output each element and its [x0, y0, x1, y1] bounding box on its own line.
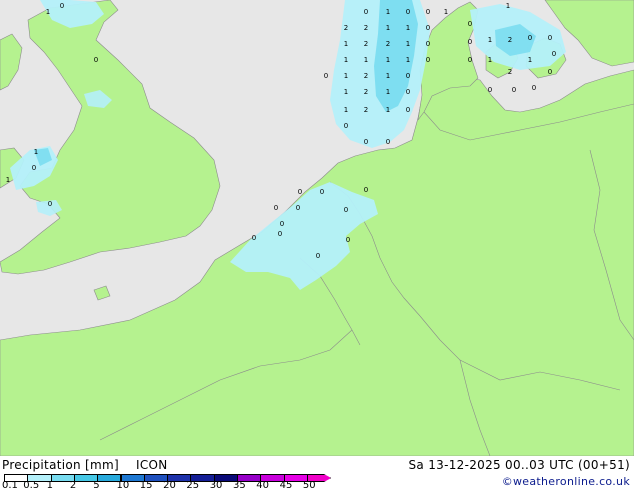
grid-value-label: 0	[344, 206, 348, 214]
grid-value-label: 0	[364, 186, 368, 194]
legend-tick-label: 5	[93, 480, 100, 491]
grid-value-label: 1	[344, 72, 348, 80]
grid-value-label: 1	[386, 88, 390, 96]
grid-value-label: 2	[508, 68, 512, 76]
legend-tick-label: 15	[139, 480, 153, 491]
grid-value-label: 2	[364, 24, 368, 32]
grid-value-label: 1	[528, 56, 532, 64]
grid-value-label: 1	[364, 56, 368, 64]
grid-value-label: 1	[344, 56, 348, 64]
grid-value-label: 1	[386, 56, 390, 64]
grid-value-label: 0	[280, 220, 284, 228]
grid-value-label: 0	[274, 204, 278, 212]
grid-value-label: 1	[488, 56, 492, 64]
grid-value-label: 0	[296, 204, 300, 212]
legend-tick-label: 0.5	[23, 480, 40, 491]
legend-tick-label: 10	[116, 480, 130, 491]
legend-tick-label: 1	[46, 480, 53, 491]
grid-value-label: 0	[324, 72, 328, 80]
grid-value-label: 1	[506, 2, 510, 10]
grid-value-label: 0	[468, 38, 472, 46]
grid-value-label: 0	[532, 84, 536, 92]
grid-value-label: 1	[344, 40, 348, 48]
grid-value-label: 0	[344, 122, 348, 130]
grid-value-label: 1	[386, 24, 390, 32]
legend-tick-label: 0.1	[2, 480, 18, 491]
legend-tick-label: 45	[279, 480, 293, 491]
model-name: ICON	[136, 458, 168, 472]
grid-value-label: 0	[512, 86, 516, 94]
grid-value-label: 2	[364, 72, 368, 80]
grid-value-label: 1	[488, 36, 492, 44]
grid-value-label: 0	[346, 236, 350, 244]
grid-value-label: 0	[316, 252, 320, 260]
grid-value-label: 0	[426, 24, 430, 32]
legend-tick-label: 50	[302, 480, 316, 491]
grid-value-label: 2	[508, 36, 512, 44]
credit-link[interactable]: ©weatheronline.co.uk	[502, 475, 630, 488]
grid-value-label: 0	[468, 20, 472, 28]
grid-value-label: 1	[344, 106, 348, 114]
grid-value-label: 0	[252, 234, 256, 242]
grid-value-label: 1	[386, 106, 390, 114]
grid-value-label: 0	[406, 88, 410, 96]
grid-value-label: 0	[60, 2, 64, 10]
grid-value-label: 0	[406, 106, 410, 114]
grid-value-label: 1	[406, 24, 410, 32]
grid-value-label: 0	[488, 86, 492, 94]
valid-time: Sa 13-12-2025 00..03 UTC (00+51)	[408, 458, 630, 472]
grid-value-label: 0	[552, 50, 556, 58]
legend-tick-label: 35	[233, 480, 246, 491]
grid-value-label: 1	[46, 8, 50, 16]
grid-value-label: 0	[94, 56, 98, 64]
grid-value-label: 0	[426, 56, 430, 64]
grid-value-label: 0	[406, 8, 410, 16]
grid-value-label: 0	[364, 8, 368, 16]
grid-value-label: 0	[426, 8, 430, 16]
grid-value-label: 1	[406, 56, 410, 64]
grid-value-label: 1	[6, 176, 10, 184]
grid-value-label: 0	[278, 230, 282, 238]
grid-value-label: 0	[468, 56, 472, 64]
legend-tick-label: 25	[186, 480, 200, 491]
grid-value-label: 2	[364, 88, 368, 96]
grid-value-label: 2	[344, 24, 348, 32]
legend-title: Precipitation [mm]	[2, 458, 119, 472]
grid-value-label: 1	[386, 8, 390, 16]
grid-value-label: 2	[386, 40, 390, 48]
grid-value-label: 0	[364, 138, 368, 146]
grid-value-label: 0	[32, 164, 36, 172]
legend-tick-label: 30	[209, 480, 223, 491]
grid-value-label: 2	[364, 40, 368, 48]
legend-tick-label: 2	[69, 480, 77, 491]
grid-value-label: 1	[444, 8, 448, 16]
grid-value-label: 0	[298, 188, 302, 196]
grid-value-label: 0	[406, 72, 410, 80]
legend-tick-label: 20	[163, 480, 176, 491]
grid-value-label: 0	[548, 68, 552, 76]
legend-tick-label: 40	[256, 480, 270, 491]
grid-value-label: 0	[48, 200, 52, 208]
grid-value-label: 1	[406, 40, 410, 48]
map-footer: Precipitation [mm] ICON Sa 13-12-2025 00…	[0, 456, 634, 491]
grid-value-label: 0	[426, 40, 430, 48]
grid-value-label: 0	[548, 34, 552, 42]
grid-value-label: 0	[320, 188, 324, 196]
grid-value-label: 1	[344, 88, 348, 96]
grid-value-label: 1	[386, 72, 390, 80]
grid-value-label: 2	[364, 106, 368, 114]
precipitation-map: 01 0 1 0 0 12 2 1 1 01 2 2 1 01 1 1 1 01 2 1 001 2 1 01 2 1 000 010…	[0, 0, 634, 456]
grid-value-label: 1	[34, 148, 38, 156]
grid-value-label: 0	[528, 34, 532, 42]
grid-value-label: 0	[386, 138, 390, 146]
